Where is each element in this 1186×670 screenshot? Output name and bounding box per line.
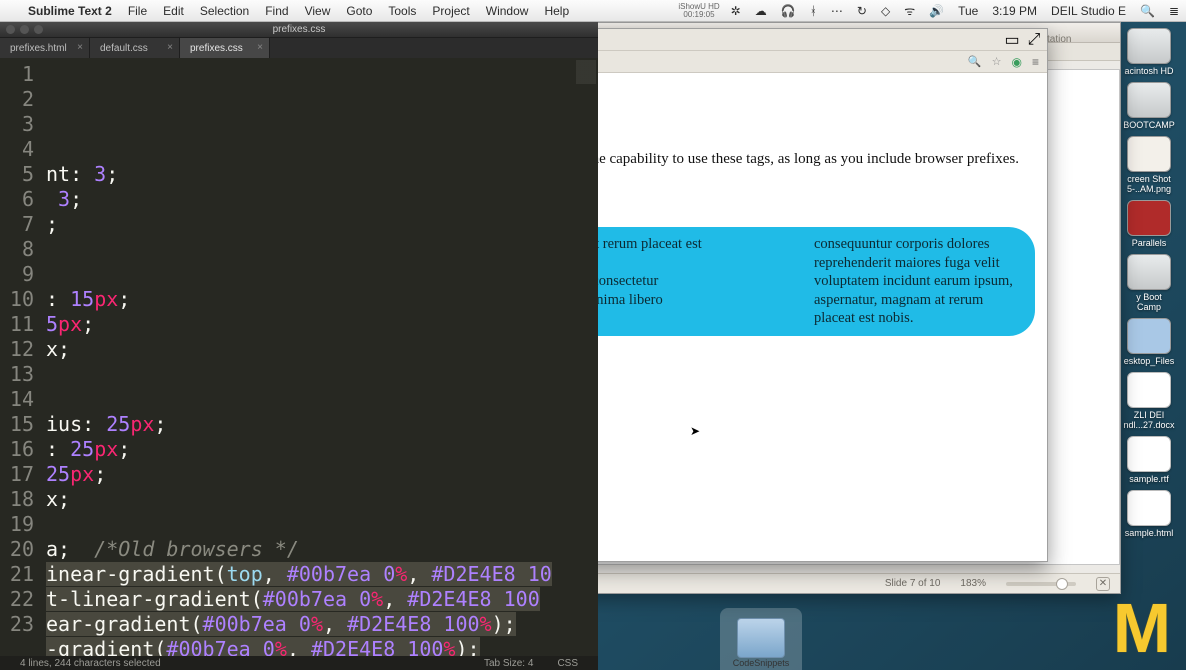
powerpoint-statusbar: Slide 7 of 10 183% ✕ [576, 573, 1120, 593]
tab-label: default.css [100, 43, 148, 54]
exit-show-button[interactable]: ✕ [1096, 577, 1110, 591]
tab-close-icon[interactable]: × [257, 42, 263, 53]
menu-tools[interactable]: Tools [380, 4, 424, 18]
menu-view[interactable]: View [297, 4, 339, 18]
desktop-file-html[interactable]: sample.html [1124, 490, 1174, 538]
window-traffic-lights[interactable] [6, 25, 43, 34]
desktop-drive-macintosh-hd[interactable]: acintosh HD [1124, 28, 1174, 76]
close-icon[interactable] [6, 25, 15, 34]
zoom-slider[interactable] [1006, 582, 1076, 586]
volume-icon[interactable]: 🔊 [922, 4, 951, 18]
headphones-icon[interactable]: 🎧 [774, 4, 803, 18]
bookmark-star-icon[interactable]: ☆ [992, 55, 1002, 68]
selection-info: 4 lines, 244 characters selected [8, 658, 173, 669]
wifi-icon[interactable]: ᯤ [897, 2, 922, 19]
desktop-drive-bootcamp2[interactable]: y Boot Camp [1124, 254, 1174, 312]
bluetooth-icon[interactable]: ᚼ [803, 4, 824, 18]
menu-file[interactable]: File [120, 4, 155, 18]
menu-goto[interactable]: Goto [338, 4, 380, 18]
michigan-logo: M [1113, 598, 1168, 658]
tab-default-css[interactable]: default.css × [90, 38, 180, 58]
zoom-level[interactable]: 183% [960, 578, 986, 589]
desktop-folder-desktopfiles[interactable]: esktop_Files [1124, 318, 1174, 366]
menu-selection[interactable]: Selection [192, 4, 257, 18]
overflow-icon[interactable]: ⋯ [824, 4, 850, 18]
tab-close-icon[interactable]: × [167, 42, 173, 53]
minimap[interactable] [576, 60, 596, 120]
menu-edit[interactable]: Edit [155, 4, 192, 18]
firefox-window[interactable]: tation ▭ ⤢ 🔍 ☆ ◉ ≡ e the capability to u… [576, 28, 1048, 562]
slide-indicator: Slide 7 of 10 [885, 578, 941, 589]
pocket-icon[interactable]: ◉ [1012, 55, 1022, 69]
status-icon-1[interactable]: ✲ [724, 4, 748, 18]
dock-folder-codesnippets[interactable]: CodeSnippets [733, 618, 790, 668]
menu-window[interactable]: Window [478, 4, 537, 18]
syntax-mode[interactable]: CSS [545, 658, 590, 669]
clock-time[interactable]: 3:19 PM [985, 4, 1044, 18]
page-body-text: e the capability to use these tags, as l… [577, 151, 1035, 168]
tab-label: prefixes.html [10, 43, 67, 54]
sublime-titlebar[interactable]: prefixes.css [0, 22, 598, 38]
sublime-statusbar: 4 lines, 244 characters selected Tab Siz… [0, 656, 598, 670]
mouse-cursor-icon: ➤ [690, 424, 700, 438]
window-minimize-icon[interactable]: ▭ [1005, 33, 1019, 47]
notification-center-icon[interactable]: ≣ [1162, 4, 1186, 18]
tab-label: prefixes.css [190, 43, 243, 54]
firefox-toolbar: 🔍 ☆ ◉ ≡ [577, 51, 1047, 73]
desktop-file-screenshot[interactable]: creen Shot 5-..AM.png [1124, 136, 1174, 194]
sublime-window[interactable]: prefixes.css prefixes.html × default.css… [0, 22, 598, 670]
folder-icon [737, 618, 785, 658]
page-heading-tail: ıt [577, 192, 1035, 215]
dock: CodeSnippets [720, 608, 802, 670]
zoom-icon[interactable]: 🔍 [968, 55, 982, 68]
menu-find[interactable]: Find [257, 4, 296, 18]
sublime-editor[interactable]: 1 2 3 4 5 6 7 8 9 10 11 12 13 14 15 16 1… [0, 58, 598, 656]
tab-prefixes-css[interactable]: prefixes.css × [180, 38, 270, 58]
sublime-title-text: prefixes.css [273, 24, 326, 35]
sync-icon[interactable]: ↻ [850, 4, 874, 18]
minimize-icon[interactable] [20, 25, 29, 34]
user-menu[interactable]: DEIL Studio E [1044, 4, 1133, 18]
diamond-icon[interactable]: ◇ [874, 4, 897, 18]
spotlight-icon[interactable]: 🔍 [1133, 4, 1162, 18]
sublime-tabs: prefixes.html × default.css × prefixes.c… [0, 38, 598, 58]
ishowu-status-icon[interactable]: iShowU HD 00:19:05 [674, 3, 723, 19]
code-area[interactable]: nt: 3; 3; ; : 15px; 5px; x; ius: 25px; :… [42, 58, 598, 656]
window-maximize-icon[interactable]: ⤢ [1027, 33, 1041, 47]
hamburger-menu-icon[interactable]: ≡ [1032, 55, 1039, 69]
firefox-rendered-page: e the capability to use these tags, as l… [577, 151, 1047, 348]
desktop-drive-bootcamp[interactable]: BOOTCAMP [1124, 82, 1174, 130]
multi-column-box: ı at rerum placeat est t, consectetur mi… [577, 227, 1035, 336]
tab-close-icon[interactable]: × [77, 42, 83, 53]
clock-day[interactable]: Tue [951, 4, 985, 18]
firefox-titlebar[interactable]: tation ▭ ⤢ [577, 29, 1047, 51]
column-1: ı at rerum placeat est t, consectetur mi… [581, 235, 786, 328]
tab-prefixes-html[interactable]: prefixes.html × [0, 38, 90, 58]
zoom-icon[interactable] [34, 25, 43, 34]
dock-label: CodeSnippets [733, 658, 790, 668]
cloud-icon[interactable]: ☁ [748, 4, 774, 18]
line-gutter: 1 2 3 4 5 6 7 8 9 10 11 12 13 14 15 16 1… [0, 58, 42, 656]
mac-menubar: Sublime Text 2 File Edit Selection Find … [0, 0, 1186, 22]
desktop-icon-strip: acintosh HD BOOTCAMP creen Shot 5-..AM.p… [1124, 28, 1182, 538]
desktop-file-parallels[interactable]: Parallels [1124, 200, 1174, 248]
menu-project[interactable]: Project [424, 4, 477, 18]
app-menu[interactable]: Sublime Text 2 [20, 4, 120, 18]
column-2: consequuntur corporis dolores reprehende… [814, 235, 1019, 328]
desktop-file-docx[interactable]: ZLI DEI ndl...27.docx [1124, 372, 1174, 430]
menu-help[interactable]: Help [536, 4, 577, 18]
desktop-file-rtf[interactable]: sample.rtf [1124, 436, 1174, 484]
firefox-tab-title: tation [1047, 34, 1071, 45]
tab-size[interactable]: Tab Size: 4 [472, 658, 545, 669]
